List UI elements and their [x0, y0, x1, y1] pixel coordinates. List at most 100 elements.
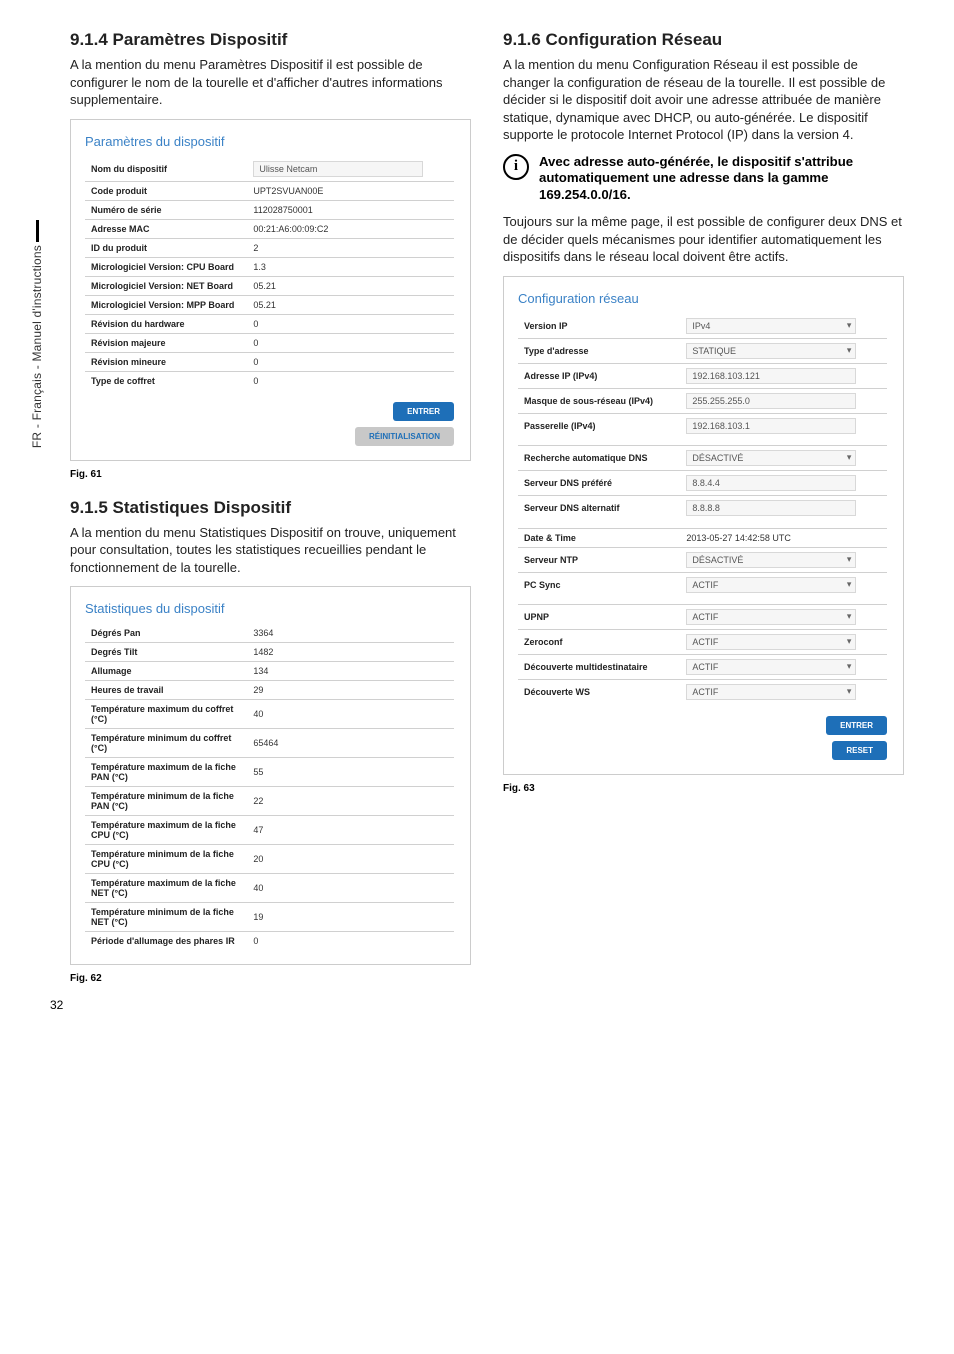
row-label: Révision mineure [85, 352, 247, 371]
fig-61: Fig. 61 [70, 469, 471, 480]
heading-915: 9.1.5 Statistiques Dispositif [70, 498, 471, 518]
input-dns-alt[interactable]: 8.8.8.8 [686, 500, 856, 516]
select-multicast[interactable]: ACTIF [686, 659, 856, 675]
row-value: 47 [247, 816, 454, 845]
row-value: 0 [247, 352, 454, 371]
panel-params: Paramètres du dispositif Nom du disposit… [70, 119, 471, 461]
row-label: Découverte WS [518, 680, 680, 705]
row-value: 112028750001 [247, 200, 454, 219]
row-label: Température maximum du coffret (°C) [85, 700, 247, 729]
select-upnp[interactable]: ACTIF [686, 609, 856, 625]
select-addr-type[interactable]: STATIQUE [686, 343, 856, 359]
row-label: Révision du hardware [85, 314, 247, 333]
select-ntp[interactable]: DÉSACTIVÉ [686, 552, 856, 568]
input-device-name[interactable]: Ulisse Netcam [253, 161, 423, 177]
row-label: Serveur DNS préféré [518, 471, 680, 496]
row-value: 20 [247, 845, 454, 874]
heading-914: 9.1.4 Paramètres Dispositif [70, 30, 471, 50]
row-label: Adresse IP (IPv4) [518, 363, 680, 388]
side-tab-text: FR - Français - Manuel d'instructions [30, 245, 44, 448]
row-label: Heures de travail [85, 681, 247, 700]
row-label: Micrologiciel Version: MPP Board [85, 295, 247, 314]
row-value: 55 [247, 758, 454, 787]
reset-button[interactable]: RESET [832, 741, 887, 760]
input-ipv4-mask[interactable]: 255.255.255.0 [686, 393, 856, 409]
row-label: Serveur NTP [518, 547, 680, 572]
row-label: Révision majeure [85, 333, 247, 352]
row-label: Recherche automatique DNS [518, 446, 680, 471]
row-label: Degrés Tilt [85, 643, 247, 662]
page-number: 32 [50, 998, 63, 1012]
para-914: A la mention du menu Paramètres Disposit… [70, 56, 471, 109]
row-label: Micrologiciel Version: CPU Board [85, 257, 247, 276]
row-label: Type de coffret [85, 371, 247, 390]
row-label: ID du produit [85, 238, 247, 257]
entrer-button[interactable]: ENTRER [393, 402, 454, 421]
row-value: 29 [247, 681, 454, 700]
input-ipv4-addr[interactable]: 192.168.103.121 [686, 368, 856, 384]
info-text: Avec adresse auto-générée, le dispositif… [539, 154, 904, 204]
fig-63: Fig. 63 [503, 783, 904, 794]
row-value: 0 [247, 932, 454, 951]
input-dns-pref[interactable]: 8.8.4.4 [686, 475, 856, 491]
panel-params-title: Paramètres du dispositif [85, 134, 454, 149]
row-label: Code produit [85, 181, 247, 200]
side-tab: FR - Français - Manuel d'instructions [30, 220, 44, 448]
fig-62: Fig. 62 [70, 973, 471, 984]
reinit-button[interactable]: RÉINITIALISATION [355, 427, 454, 446]
row-value: 40 [247, 700, 454, 729]
row-value: 1482 [247, 643, 454, 662]
entrer-button[interactable]: ENTRER [826, 716, 887, 735]
row-label: UPNP [518, 605, 680, 630]
row-label: Allumage [85, 662, 247, 681]
para-916-2: Toujours sur la même page, il est possib… [503, 213, 904, 266]
row-value: 65464 [247, 729, 454, 758]
row-label: Micrologiciel Version: NET Board [85, 276, 247, 295]
panel-network: Configuration réseau Version IPIPv4 Type… [503, 276, 904, 776]
row-value: UPT2SVUAN00E [247, 181, 454, 200]
row-label: Température minimum de la fiche CPU (°C) [85, 845, 247, 874]
select-dns-auto[interactable]: DÉSACTIVÉ [686, 450, 856, 466]
para-915: A la mention du menu Statistiques Dispos… [70, 524, 471, 577]
row-value: 05.21 [247, 295, 454, 314]
input-ipv4-gateway[interactable]: 192.168.103.1 [686, 418, 856, 434]
row-value: 19 [247, 903, 454, 932]
row-value: 0 [247, 371, 454, 390]
row-label: Masque de sous-réseau (IPv4) [518, 388, 680, 413]
row-value: 0 [247, 314, 454, 333]
table-params: Nom du dispositif Ulisse Netcam Code prod… [85, 157, 454, 390]
table-network: Version IP IPv4 Type d'adresse STATIQUE Ad… [518, 314, 887, 705]
row-label: Zeroconf [518, 630, 680, 655]
row-value: 40 [247, 874, 454, 903]
row-label: PC Sync [518, 572, 680, 597]
row-value: 22 [247, 787, 454, 816]
row-label: Serveur DNS alternatif [518, 496, 680, 521]
panel-stats: Statistiques du dispositif Dégrés Pan336… [70, 586, 471, 965]
heading-916: 9.1.6 Configuration Réseau [503, 30, 904, 50]
row-value: 2013-05-27 14:42:58 UTC [680, 528, 887, 547]
row-label: Température maximum de la fiche CPU (°C) [85, 816, 247, 845]
select-zeroconf[interactable]: ACTIF [686, 634, 856, 650]
row-label: Date & Time [518, 528, 680, 547]
row-value: 134 [247, 662, 454, 681]
row-label: Dégrés Pan [85, 624, 247, 643]
row-label: Température maximum de la fiche NET (°C) [85, 874, 247, 903]
panel-stats-title: Statistiques du dispositif [85, 601, 454, 616]
row-label: Version IP [518, 314, 680, 339]
row-value: 1.3 [247, 257, 454, 276]
row-label: Température minimum de la fiche PAN (°C) [85, 787, 247, 816]
row-label: Température minimum de la fiche NET (°C) [85, 903, 247, 932]
row-label: Type d'adresse [518, 338, 680, 363]
row-label: Période d'allumage des phares IR [85, 932, 247, 951]
para-916-1: A la mention du menu Configuration Résea… [503, 56, 904, 144]
select-pc-sync[interactable]: ACTIF [686, 577, 856, 593]
row-label: Température minimum du coffret (°C) [85, 729, 247, 758]
row-label: Adresse MAC [85, 219, 247, 238]
select-ip-version[interactable]: IPv4 [686, 318, 856, 334]
row-value: 05.21 [247, 276, 454, 295]
row-value: 3364 [247, 624, 454, 643]
row-label: Passerelle (IPv4) [518, 413, 680, 438]
row-label: Nom du dispositif [85, 157, 247, 182]
select-ws-discovery[interactable]: ACTIF [686, 684, 856, 700]
row-value: 00:21:A6:00:09:C2 [247, 219, 454, 238]
